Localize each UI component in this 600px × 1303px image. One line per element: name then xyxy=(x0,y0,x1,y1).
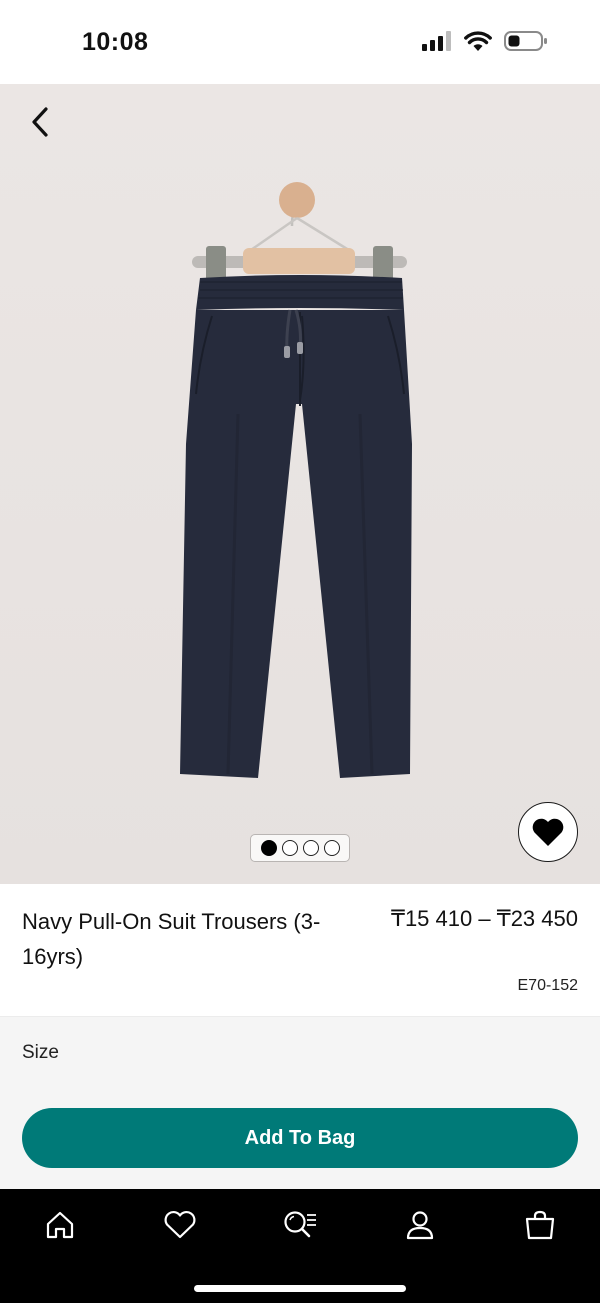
account-icon xyxy=(406,1211,434,1240)
tab-bar xyxy=(0,1189,600,1303)
heart-icon xyxy=(164,1211,196,1239)
favorite-button[interactable] xyxy=(518,802,578,862)
image-pager[interactable] xyxy=(250,834,350,862)
home-icon xyxy=(46,1211,74,1239)
pager-dot-3[interactable] xyxy=(302,840,319,856)
tab-bag[interactable] xyxy=(510,1205,570,1245)
status-icons xyxy=(422,30,548,52)
add-to-bag-button[interactable]: Add To Bag xyxy=(22,1108,578,1168)
product-image xyxy=(180,182,412,778)
tab-search[interactable] xyxy=(270,1205,330,1245)
product-image-gallery[interactable] xyxy=(0,84,600,884)
product-code: E70-152 xyxy=(517,977,579,994)
back-button[interactable] xyxy=(20,102,60,142)
status-time: 10:08 xyxy=(82,28,149,56)
pager-dot-2[interactable] xyxy=(281,840,298,856)
product-title: Navy Pull-On Suit Trousers (3-16yrs) xyxy=(22,909,321,969)
pager-dot-1[interactable] xyxy=(260,840,277,856)
size-section: Size Add To Bag xyxy=(0,1017,600,1189)
wifi-icon xyxy=(464,31,492,51)
home-indicator xyxy=(194,1285,406,1292)
tab-favorites[interactable] xyxy=(150,1205,210,1245)
heart-icon xyxy=(532,818,564,846)
tab-home[interactable] xyxy=(30,1205,90,1245)
status-bar: 10:08 xyxy=(0,0,600,84)
chevron-left-icon xyxy=(32,107,48,137)
search-list-icon xyxy=(284,1211,316,1238)
cellular-signal-icon xyxy=(422,31,451,51)
size-label: Size xyxy=(22,1042,59,1063)
bag-icon xyxy=(525,1210,555,1240)
product-price: ₸15 410 – ₸23 450 xyxy=(390,906,578,931)
pager-dot-4[interactable] xyxy=(323,840,340,856)
hanger-knob xyxy=(279,182,315,218)
battery-icon xyxy=(504,31,547,51)
tab-account[interactable] xyxy=(390,1205,450,1245)
product-info: Navy Pull-On Suit Trousers (3-16yrs) ₸15… xyxy=(0,884,600,1017)
